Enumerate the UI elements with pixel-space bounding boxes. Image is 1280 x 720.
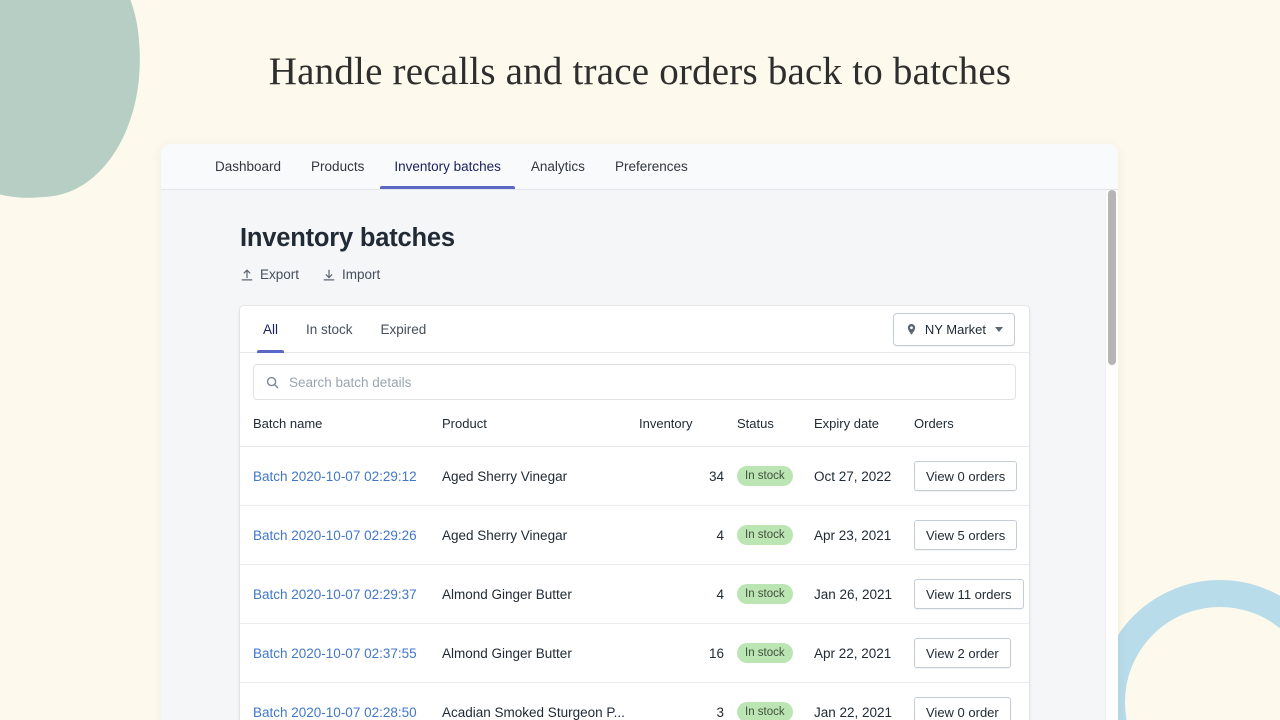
column-header-inventory: Inventory xyxy=(639,412,724,447)
view-orders-button[interactable]: View 0 orders xyxy=(914,461,1017,491)
batch-name-link[interactable]: Batch 2020-10-07 02:29:37 xyxy=(253,587,417,602)
nav-tab-label: Analytics xyxy=(531,159,585,174)
table-body: Batch 2020-10-07 02:29:12 Aged Sherry Vi… xyxy=(240,447,1029,720)
filter-tab-in-stock[interactable]: In stock xyxy=(292,306,367,353)
status-badge: In stock xyxy=(737,584,793,603)
nav-tab-inventory-batches[interactable]: Inventory batches xyxy=(380,144,515,189)
filter-tab-expired[interactable]: Expired xyxy=(367,306,441,353)
filter-tab-label: In stock xyxy=(306,322,353,337)
market-select-value: NY Market xyxy=(925,322,986,337)
column-header-batch-name: Batch name xyxy=(240,412,442,447)
table-row[interactable]: Batch 2020-10-07 02:29:37 Almond Ginger … xyxy=(240,565,1029,624)
status-badge: In stock xyxy=(737,643,793,662)
batch-name-link[interactable]: Batch 2020-10-07 02:28:50 xyxy=(253,705,417,720)
filter-tab-label: Expired xyxy=(381,322,427,337)
page-body: Inventory batches Export Import xyxy=(161,190,1118,720)
table-header: Batch name Product Inventory Status Expi… xyxy=(240,412,1029,447)
import-label: Import xyxy=(342,267,380,282)
app-window: Dashboard Products Inventory batches Ana… xyxy=(161,144,1118,720)
inventory-cell: 4 xyxy=(639,506,724,565)
page-actions: Export Import xyxy=(240,267,1118,282)
nav-tab-products[interactable]: Products xyxy=(297,144,378,189)
hero-section: Handle recalls and trace orders back to … xyxy=(0,0,1280,94)
blue-ring-shape xyxy=(1098,580,1280,720)
product-cell: Aged Sherry Vinegar xyxy=(442,447,639,506)
search-icon xyxy=(265,375,280,390)
product-cell: Aged Sherry Vinegar xyxy=(442,506,639,565)
inventory-cell: 4 xyxy=(639,565,724,624)
nav-tab-label: Inventory batches xyxy=(394,159,501,174)
top-navigation: Dashboard Products Inventory batches Ana… xyxy=(161,144,1118,190)
view-orders-button[interactable]: View 2 order xyxy=(914,638,1011,668)
expiry-date-cell: Oct 27, 2022 xyxy=(814,447,914,506)
column-header-orders: Orders xyxy=(914,412,1029,447)
inventory-batches-card: All In stock Expired xyxy=(240,306,1029,720)
filter-tabs: All In stock Expired xyxy=(240,306,440,353)
inventory-cell: 16 xyxy=(639,624,724,683)
table-row[interactable]: Batch 2020-10-07 02:29:26 Aged Sherry Vi… xyxy=(240,506,1029,565)
export-button[interactable]: Export xyxy=(240,267,299,282)
view-orders-button[interactable]: View 11 orders xyxy=(914,579,1024,609)
view-orders-button[interactable]: View 5 orders xyxy=(914,520,1017,550)
inventory-cell: 34 xyxy=(639,447,724,506)
search-section xyxy=(240,353,1029,412)
column-header-expiry-date: Expiry date xyxy=(814,412,914,447)
expiry-date-cell: Apr 22, 2021 xyxy=(814,624,914,683)
vertical-scrollbar-thumb[interactable] xyxy=(1108,190,1116,365)
filter-tab-label: All xyxy=(263,322,278,337)
search-input[interactable] xyxy=(289,375,1004,390)
status-badge: In stock xyxy=(737,702,793,720)
product-cell: Almond Ginger Butter xyxy=(442,565,639,624)
hero-headline: Handle recalls and trace orders back to … xyxy=(0,49,1280,94)
nav-tab-label: Dashboard xyxy=(215,159,281,174)
nav-tab-label: Products xyxy=(311,159,364,174)
batch-name-link[interactable]: Batch 2020-10-07 02:29:26 xyxy=(253,528,417,543)
page-title: Inventory batches xyxy=(240,224,1118,253)
table-row[interactable]: Batch 2020-10-07 02:37:55 Almond Ginger … xyxy=(240,624,1029,683)
filter-tab-all[interactable]: All xyxy=(249,306,292,353)
nav-tab-preferences[interactable]: Preferences xyxy=(601,144,702,189)
nav-tab-analytics[interactable]: Analytics xyxy=(517,144,599,189)
table-row[interactable]: Batch 2020-10-07 02:28:50 Acadian Smoked… xyxy=(240,683,1029,720)
batch-name-link[interactable]: Batch 2020-10-07 02:29:12 xyxy=(253,469,417,484)
upload-icon xyxy=(240,268,254,282)
status-badge: In stock xyxy=(737,466,793,485)
export-label: Export xyxy=(260,267,299,282)
product-cell: Acadian Smoked Sturgeon P... xyxy=(442,683,639,720)
product-cell: Almond Ginger Butter xyxy=(442,624,639,683)
inventory-cell: 3 xyxy=(639,683,724,720)
market-select-button[interactable]: NY Market xyxy=(893,313,1015,346)
column-header-product: Product xyxy=(442,412,639,447)
expiry-date-cell: Jan 22, 2021 xyxy=(814,683,914,720)
chevron-down-icon xyxy=(995,327,1003,332)
view-orders-button[interactable]: View 0 order xyxy=(914,697,1011,720)
table-header-row: Batch name Product Inventory Status Expi… xyxy=(240,412,1029,447)
table-row[interactable]: Batch 2020-10-07 02:29:12 Aged Sherry Vi… xyxy=(240,447,1029,506)
import-button[interactable]: Import xyxy=(322,267,380,282)
nav-tab-dashboard[interactable]: Dashboard xyxy=(201,144,295,189)
column-header-status: Status xyxy=(724,412,814,447)
vertical-scrollbar-track[interactable] xyxy=(1105,190,1118,720)
inventory-batches-table: Batch name Product Inventory Status Expi… xyxy=(240,412,1029,720)
search-box[interactable] xyxy=(253,364,1016,400)
download-icon xyxy=(322,268,336,282)
batch-name-link[interactable]: Batch 2020-10-07 02:37:55 xyxy=(253,646,417,661)
location-pin-icon xyxy=(905,323,918,336)
expiry-date-cell: Jan 26, 2021 xyxy=(814,565,914,624)
nav-tab-label: Preferences xyxy=(615,159,688,174)
expiry-date-cell: Apr 23, 2021 xyxy=(814,506,914,565)
status-badge: In stock xyxy=(737,525,793,544)
card-header: All In stock Expired xyxy=(240,306,1029,353)
